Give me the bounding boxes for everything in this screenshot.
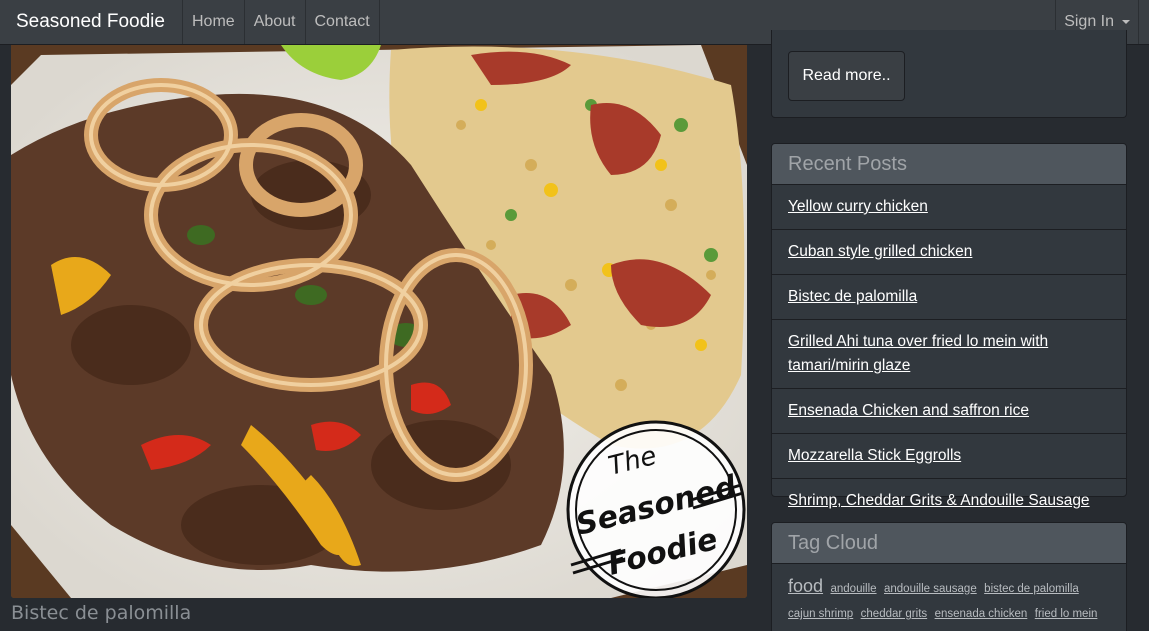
post-photo[interactable]: The Seasoned Foodie (11, 45, 747, 598)
recent-post-link[interactable]: Cuban style grilled chicken (788, 243, 972, 260)
tag-link[interactable]: ensenada chicken (935, 608, 1028, 620)
tag-cloud: food andouille andouille sausage bistec … (772, 564, 1126, 631)
nav-home[interactable]: Home (182, 0, 244, 44)
recent-post-link[interactable]: Bistec de palomilla (788, 288, 917, 305)
tag-link[interactable]: food (788, 576, 823, 596)
caret-down-icon (1122, 20, 1130, 24)
post-caption: Bistec de palomilla (11, 602, 192, 624)
tag-link[interactable]: cheddar grits (861, 608, 927, 620)
list-item: Ensenada Chicken and saffron rice (772, 389, 1126, 434)
tag-link[interactable]: cajun shrimp (788, 608, 853, 620)
read-more-button[interactable]: Read more.. (788, 51, 905, 101)
recent-posts-panel: Recent Posts Yellow curry chicken Cuban … (771, 143, 1127, 509)
list-item: Cuban style grilled chicken (772, 230, 1126, 275)
tag-link[interactable]: andouille sausage (884, 583, 977, 595)
seasoned-foodie-watermark: The Seasoned Foodie (566, 420, 746, 598)
list-item: Yellow curry chicken (772, 185, 1126, 230)
tag-link[interactable]: andouille (831, 583, 877, 595)
list-item: Grilled Ahi tuna over fried lo mein with… (772, 320, 1126, 389)
recent-posts-heading: Recent Posts (772, 144, 1126, 185)
tag-cloud-panel: Tag Cloud food andouille andouille sausa… (771, 522, 1127, 631)
tag-link[interactable]: fried lo mein (1035, 608, 1098, 620)
list-item: Mozzarella Stick Eggrolls (772, 434, 1126, 479)
list-item: Bistec de palomilla (772, 275, 1126, 320)
list-item: Shrimp, Cheddar Grits & Andouille Sausag… (772, 479, 1126, 523)
intro-panel: Read more.. (771, 30, 1127, 118)
tag-link[interactable]: bistec de palomilla (984, 583, 1079, 595)
sign-in-label: Sign In (1064, 13, 1114, 30)
nav-contact[interactable]: Contact (304, 0, 380, 44)
recent-post-link[interactable]: Grilled Ahi tuna over fried lo mein with… (788, 333, 1048, 374)
recent-post-link[interactable]: Yellow curry chicken (788, 198, 928, 215)
nav-about[interactable]: About (243, 0, 305, 44)
recent-post-link[interactable]: Mozzarella Stick Eggrolls (788, 447, 961, 464)
tag-cloud-heading: Tag Cloud (772, 523, 1126, 564)
recent-post-link[interactable]: Shrimp, Cheddar Grits & Andouille Sausag… (788, 492, 1090, 509)
food-photo-illustration: The Seasoned Foodie (11, 45, 747, 598)
brand-link[interactable]: Seasoned Foodie (0, 0, 182, 44)
recent-post-link[interactable]: Ensenada Chicken and saffron rice (788, 402, 1029, 419)
